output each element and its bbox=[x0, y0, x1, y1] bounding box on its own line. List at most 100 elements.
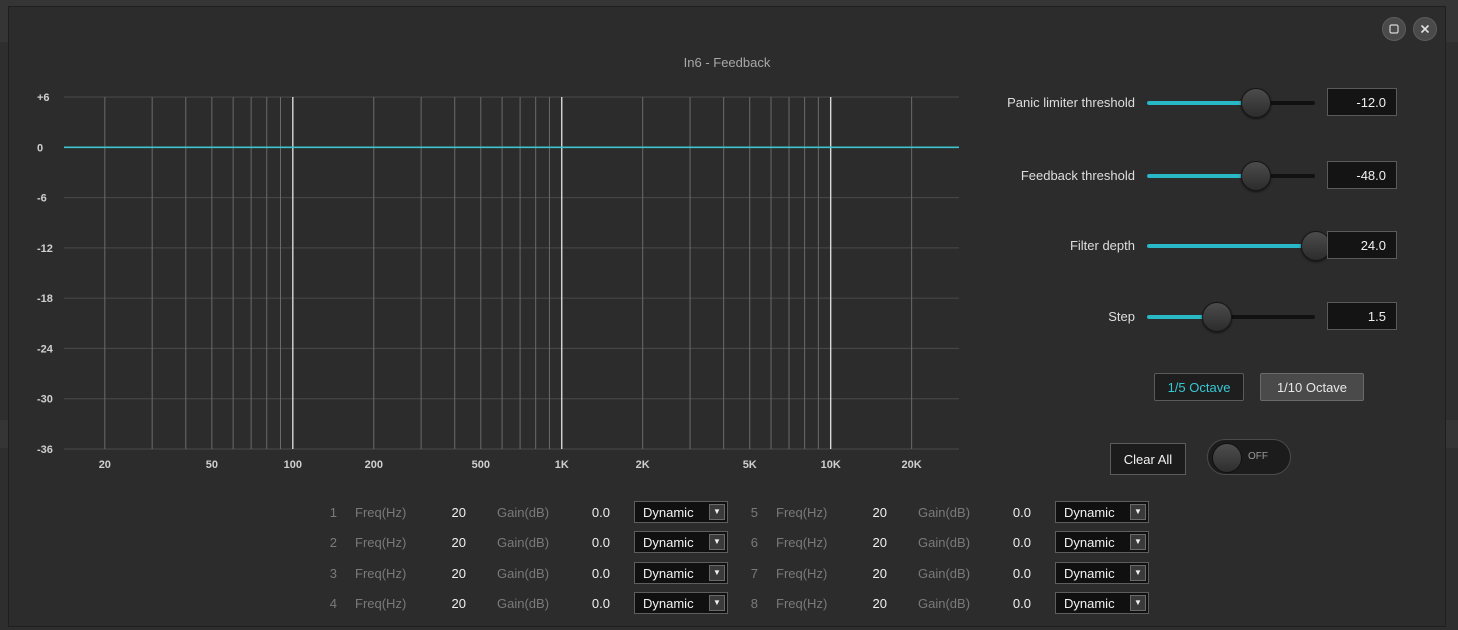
filter-mode-value: Dynamic bbox=[643, 505, 694, 520]
filter-mode-select[interactable]: Dynamic ▼ bbox=[634, 531, 728, 553]
step-row: Step 1.5 bbox=[9, 302, 1445, 332]
filter-row: 5 Freq(Hz) 20 Gain(dB) 0.0 Dynamic ▼ bbox=[744, 501, 1164, 523]
feedback-toggle[interactable]: OFF bbox=[1207, 439, 1291, 475]
filter-mode-select[interactable]: Dynamic ▼ bbox=[634, 592, 728, 614]
feedback-threshold-row: Feedback threshold -48.0 bbox=[9, 161, 1445, 191]
filter-depth-label: Filter depth bbox=[1069, 238, 1135, 253]
slider-knob[interactable] bbox=[1201, 302, 1232, 332]
filter-mode-value: Dynamic bbox=[1064, 535, 1115, 550]
x-tick-label: 500 bbox=[472, 459, 490, 471]
gain-value[interactable]: 0.0 bbox=[1001, 566, 1031, 581]
filter-mode-value: Dynamic bbox=[1064, 596, 1115, 611]
slider-knob[interactable] bbox=[1240, 161, 1271, 191]
dropdown-arrow-icon[interactable]: ▼ bbox=[1130, 504, 1146, 520]
panic-limiter-row: Panic limiter threshold -12.0 bbox=[9, 88, 1445, 118]
gain-value[interactable]: 0.0 bbox=[580, 596, 610, 611]
gain-label: Gain(dB) bbox=[497, 535, 550, 550]
panic-limiter-slider[interactable] bbox=[1147, 88, 1315, 118]
clear-all-button[interactable]: Clear All bbox=[1110, 443, 1186, 475]
filter-number: 7 bbox=[750, 566, 758, 581]
filter-mode-value: Dynamic bbox=[1064, 566, 1115, 581]
dropdown-arrow-icon[interactable]: ▼ bbox=[1130, 595, 1146, 611]
freq-label: Freq(Hz) bbox=[776, 596, 828, 611]
panic-limiter-value[interactable]: -12.0 bbox=[1327, 88, 1397, 116]
gain-value[interactable]: 0.0 bbox=[580, 535, 610, 550]
freq-label: Freq(Hz) bbox=[355, 505, 407, 520]
y-tick-label: 0 bbox=[37, 142, 43, 154]
gain-value[interactable]: 0.0 bbox=[580, 505, 610, 520]
freq-value[interactable]: 20 bbox=[857, 505, 887, 520]
freq-label: Freq(Hz) bbox=[355, 596, 407, 611]
feedback-threshold-label: Feedback threshold bbox=[1020, 168, 1135, 183]
filter-mode-select[interactable]: Dynamic ▼ bbox=[1055, 592, 1149, 614]
filter-number: 2 bbox=[329, 535, 337, 550]
gain-label: Gain(dB) bbox=[918, 566, 971, 581]
x-tick-label: 20 bbox=[99, 459, 111, 471]
dropdown-arrow-icon[interactable]: ▼ bbox=[709, 595, 725, 611]
filter-mode-value: Dynamic bbox=[643, 535, 694, 550]
y-tick-label: -6 bbox=[37, 193, 47, 205]
filter-mode-value: Dynamic bbox=[643, 596, 694, 611]
dropdown-arrow-icon[interactable]: ▼ bbox=[1130, 565, 1146, 581]
feedback-threshold-slider[interactable] bbox=[1147, 161, 1315, 191]
filter-mode-select[interactable]: Dynamic ▼ bbox=[1055, 562, 1149, 584]
filter-mode-value: Dynamic bbox=[1064, 505, 1115, 520]
dropdown-arrow-icon[interactable]: ▼ bbox=[709, 565, 725, 581]
x-tick-label: 100 bbox=[284, 459, 302, 471]
freq-value[interactable]: 20 bbox=[436, 596, 466, 611]
gain-value[interactable]: 0.0 bbox=[1001, 535, 1031, 550]
x-tick-label: 2K bbox=[636, 459, 650, 471]
filter-number: 8 bbox=[750, 596, 758, 611]
freq-label: Freq(Hz) bbox=[776, 566, 828, 581]
panic-limiter-label: Panic limiter threshold bbox=[1007, 95, 1135, 110]
filter-row: 8 Freq(Hz) 20 Gain(dB) 0.0 Dynamic ▼ bbox=[744, 592, 1164, 614]
feedback-threshold-value[interactable]: -48.0 bbox=[1327, 161, 1397, 189]
filter-depth-value[interactable]: 24.0 bbox=[1327, 231, 1397, 259]
filter-mode-select[interactable]: Dynamic ▼ bbox=[1055, 501, 1149, 523]
slider-fill bbox=[1147, 244, 1315, 248]
gain-label: Gain(dB) bbox=[497, 505, 550, 520]
gain-label: Gain(dB) bbox=[918, 596, 971, 611]
freq-label: Freq(Hz) bbox=[776, 505, 828, 520]
close-button[interactable] bbox=[1413, 17, 1437, 41]
freq-value[interactable]: 20 bbox=[436, 535, 466, 550]
filter-row: 7 Freq(Hz) 20 Gain(dB) 0.0 Dynamic ▼ bbox=[744, 562, 1164, 584]
octave-1-10-button[interactable]: 1/10 Octave bbox=[1260, 373, 1364, 401]
step-value[interactable]: 1.5 bbox=[1327, 302, 1397, 330]
step-slider[interactable] bbox=[1147, 302, 1315, 332]
gain-value[interactable]: 0.0 bbox=[1001, 596, 1031, 611]
filter-mode-select[interactable]: Dynamic ▼ bbox=[634, 562, 728, 584]
filter-row: 2 Freq(Hz) 20 Gain(dB) 0.0 Dynamic ▼ bbox=[323, 531, 743, 553]
freq-value[interactable]: 20 bbox=[857, 566, 887, 581]
filter-number: 4 bbox=[329, 596, 337, 611]
gain-value[interactable]: 0.0 bbox=[1001, 505, 1031, 520]
gain-value[interactable]: 0.0 bbox=[580, 566, 610, 581]
filter-number: 3 bbox=[329, 566, 337, 581]
dropdown-arrow-icon[interactable]: ▼ bbox=[709, 534, 725, 550]
dropdown-arrow-icon[interactable]: ▼ bbox=[1130, 534, 1146, 550]
freq-label: Freq(Hz) bbox=[355, 535, 407, 550]
filter-mode-select[interactable]: Dynamic ▼ bbox=[1055, 531, 1149, 553]
x-tick-label: 1K bbox=[555, 459, 569, 471]
filter-depth-slider[interactable] bbox=[1147, 231, 1331, 261]
freq-value[interactable]: 20 bbox=[436, 566, 466, 581]
freq-value[interactable]: 20 bbox=[857, 535, 887, 550]
maximize-button[interactable] bbox=[1382, 17, 1406, 41]
close-icon bbox=[1420, 24, 1430, 34]
slider-knob[interactable] bbox=[1240, 88, 1271, 118]
gain-label: Gain(dB) bbox=[918, 505, 971, 520]
feedback-dialog: In6 - Feedback +6 0 -6 -12 -18 -24 -30 -36 20 50 1… bbox=[8, 6, 1446, 627]
x-tick-label: 5K bbox=[743, 459, 757, 471]
freq-value[interactable]: 20 bbox=[436, 505, 466, 520]
y-tick-label: -24 bbox=[37, 343, 54, 355]
step-label: Step bbox=[1108, 309, 1135, 324]
octave-1-5-button[interactable]: 1/5 Octave bbox=[1154, 373, 1244, 401]
filter-row: 1 Freq(Hz) 20 Gain(dB) 0.0 Dynamic ▼ bbox=[323, 501, 743, 523]
gain-label: Gain(dB) bbox=[497, 566, 550, 581]
toggle-knob[interactable] bbox=[1212, 443, 1242, 473]
dropdown-arrow-icon[interactable]: ▼ bbox=[709, 504, 725, 520]
filter-mode-select[interactable]: Dynamic ▼ bbox=[634, 501, 728, 523]
filter-mode-value: Dynamic bbox=[643, 566, 694, 581]
maximize-icon bbox=[1389, 24, 1399, 34]
freq-value[interactable]: 20 bbox=[857, 596, 887, 611]
